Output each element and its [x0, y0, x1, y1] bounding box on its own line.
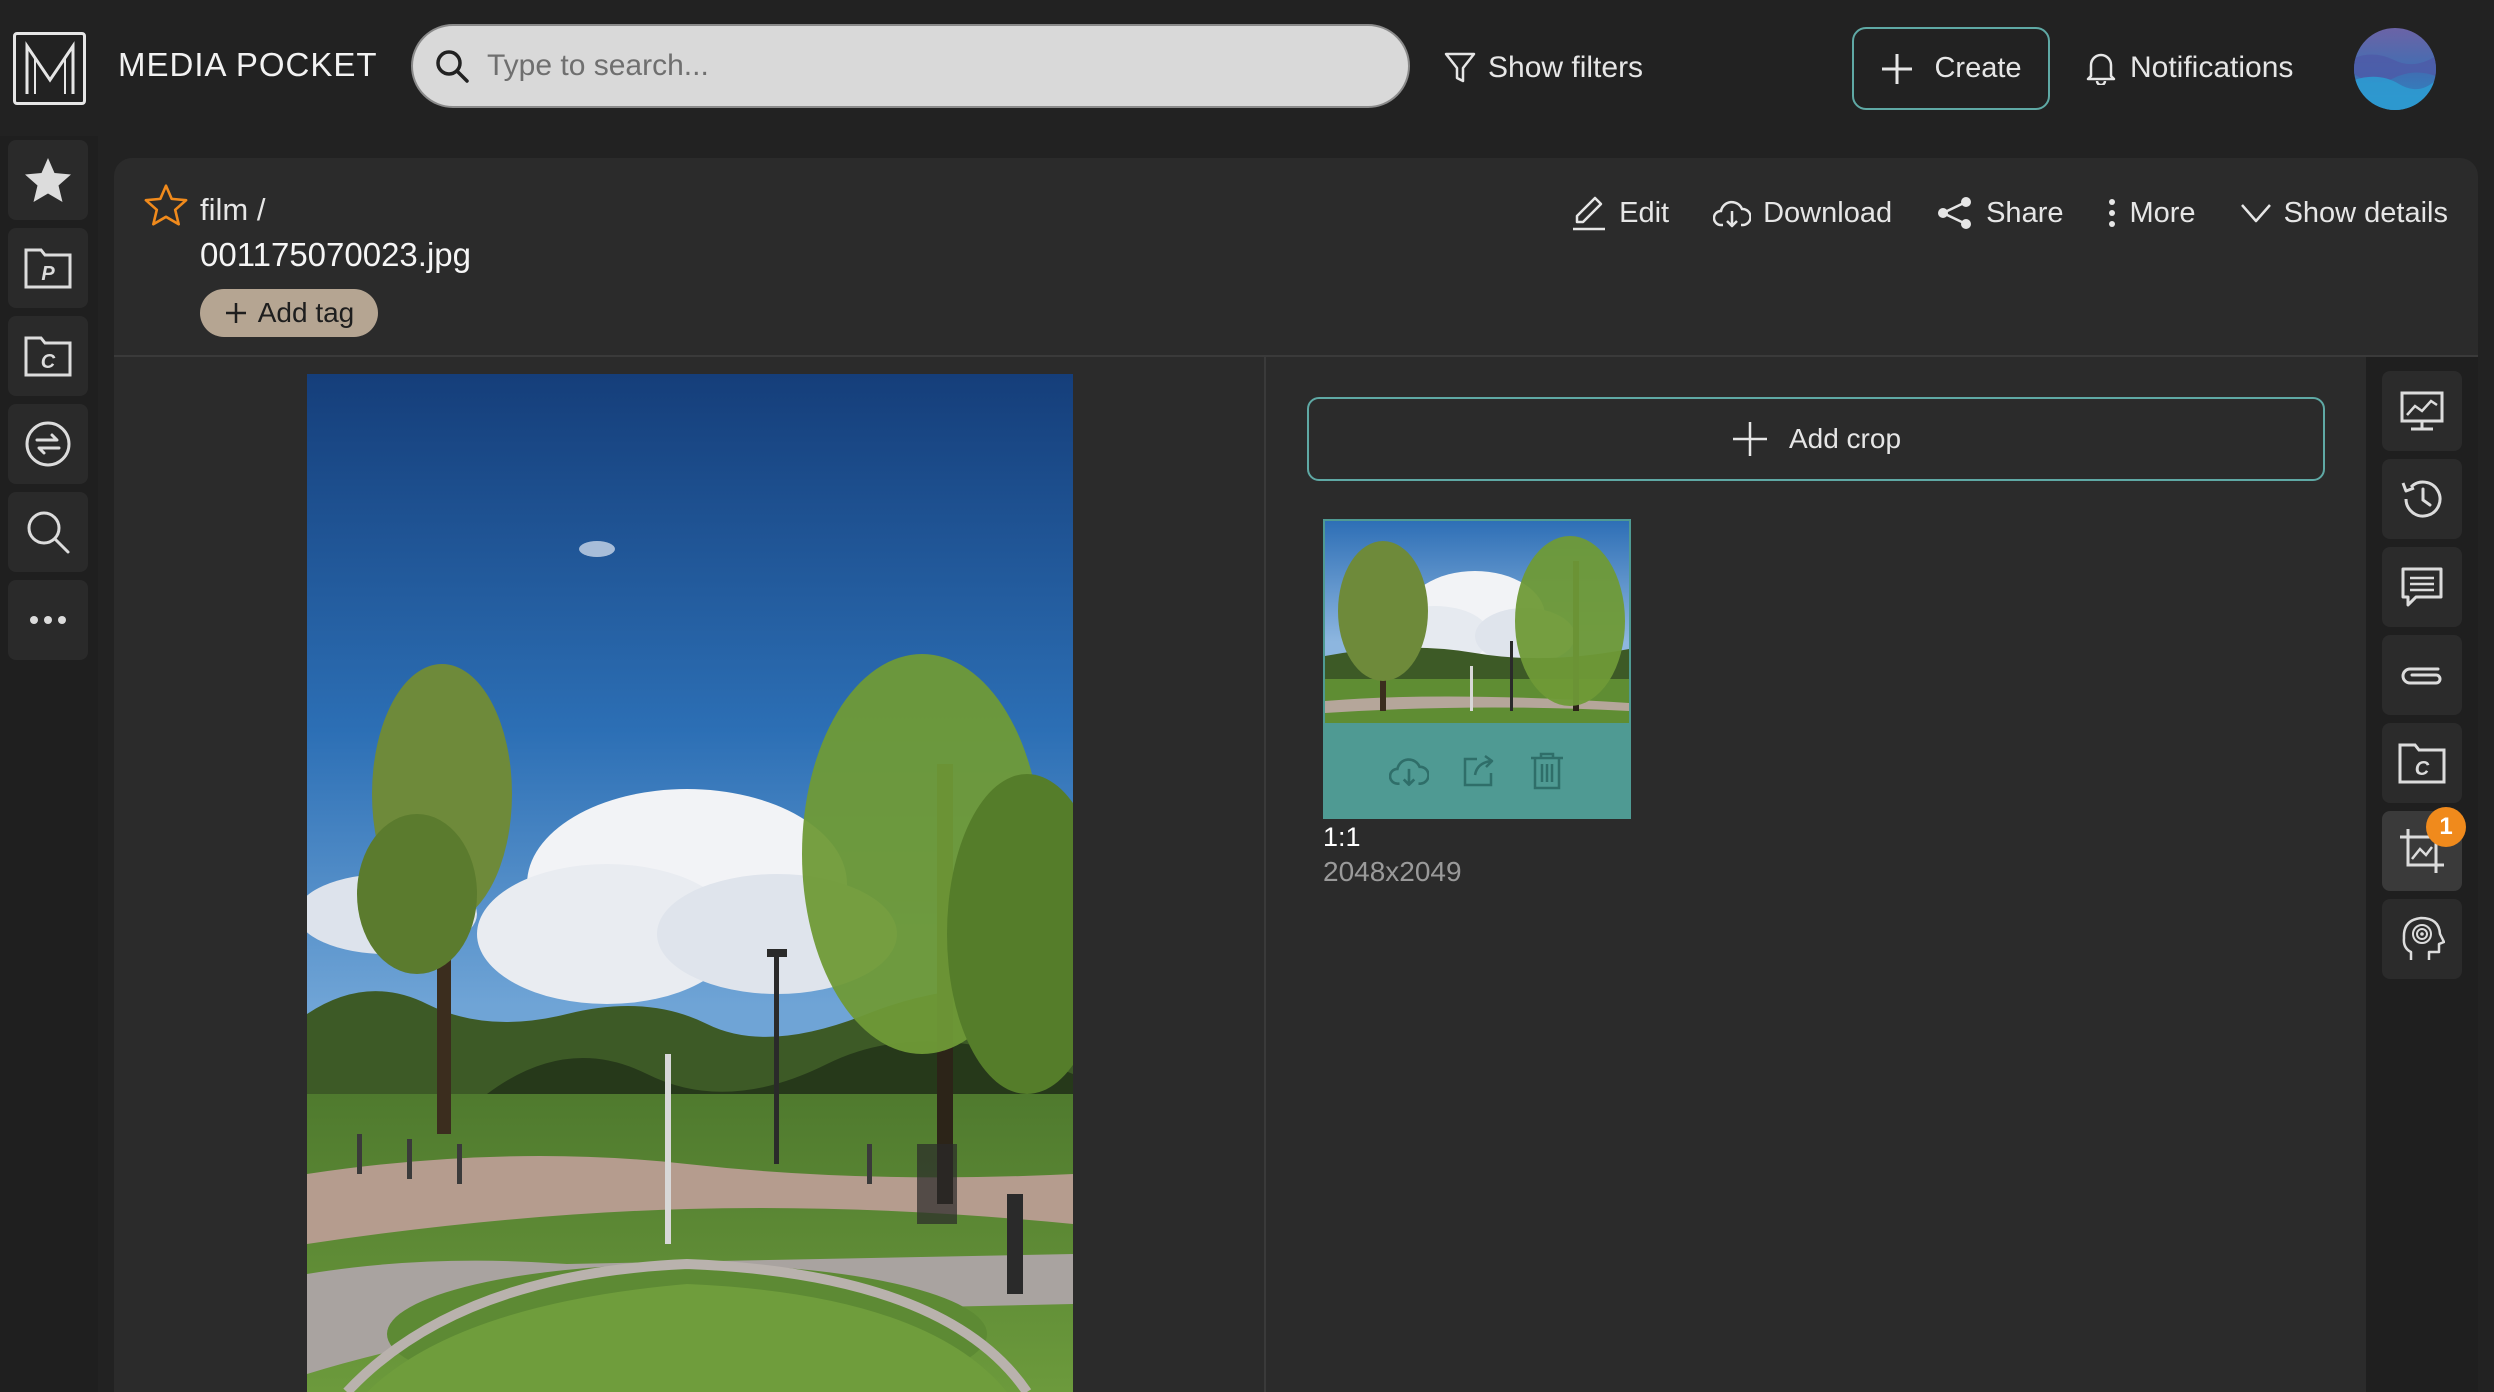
- search-icon: [25, 509, 71, 555]
- show-details-button[interactable]: Show details: [2240, 197, 2448, 230]
- rail-item-presentation[interactable]: [2382, 371, 2462, 451]
- rail-item-history[interactable]: [2382, 459, 2462, 539]
- comments-icon: [2400, 566, 2444, 608]
- svg-text:P: P: [41, 263, 55, 285]
- crop-thumbnail[interactable]: [1325, 521, 1629, 723]
- download-button[interactable]: Download: [1713, 197, 1892, 230]
- plus-icon: [224, 301, 248, 325]
- trash-icon[interactable]: [1529, 751, 1565, 791]
- sync-icon: [23, 419, 73, 469]
- notifications-button[interactable]: Notifications: [2086, 44, 2293, 92]
- kebab-icon: [2107, 198, 2117, 228]
- search-box[interactable]: [411, 24, 1410, 108]
- favorite-star-icon[interactable]: [144, 184, 188, 226]
- show-filters-label: Show filters: [1488, 51, 1644, 84]
- pencil-icon: [1571, 194, 1607, 232]
- history-icon: [2399, 477, 2445, 521]
- sidebar-item-collections[interactable]: C: [8, 316, 88, 396]
- crop-card[interactable]: [1323, 519, 1631, 819]
- svg-text:C: C: [2415, 758, 2430, 780]
- app-name: MEDIA POCKET: [118, 46, 378, 83]
- crop-tools: [1323, 723, 1631, 819]
- column-divider: [1264, 357, 1266, 1392]
- add-tag-label: Add tag: [257, 297, 355, 328]
- search-input[interactable]: [487, 49, 1367, 83]
- search-icon: [435, 49, 469, 83]
- add-tag-button[interactable]: Add tag: [200, 289, 378, 337]
- page-title: 001175070023.jpg: [200, 236, 471, 273]
- folder-c-icon: C: [23, 334, 73, 378]
- plus-icon: [1731, 420, 1769, 458]
- notifications-label: Notifications: [2130, 51, 2294, 84]
- bell-icon: [2086, 51, 2116, 85]
- asset-actions: Edit Download Share More Show details: [1571, 188, 2448, 238]
- asset-detail-panel: film / 001175070023.jpg Add tag Edit Dow…: [114, 158, 2478, 1392]
- folder-p-icon: P: [23, 246, 73, 290]
- attachment-icon: [2398, 661, 2446, 689]
- sidebar-item-more[interactable]: [8, 580, 88, 660]
- plus-icon: [1880, 52, 1914, 86]
- crop-count-badge: 1: [2426, 807, 2466, 847]
- cloud-download-icon: [1713, 197, 1752, 229]
- avatar[interactable]: [2354, 28, 2436, 110]
- sidebar-item-favorites[interactable]: [8, 140, 88, 220]
- svg-text:C: C: [41, 351, 56, 373]
- breadcrumb[interactable]: film /: [200, 192, 265, 228]
- filter-icon: [1444, 51, 1476, 85]
- create-label: Create: [1934, 52, 2022, 84]
- preview-area: [114, 357, 1264, 1392]
- asset-preview-image[interactable]: [307, 374, 1073, 1392]
- share-out-icon[interactable]: [1461, 753, 1497, 789]
- right-tool-rail: C 1: [2366, 357, 2478, 1392]
- download-label: Download: [1763, 196, 1893, 229]
- sidebar-item-sync[interactable]: [8, 404, 88, 484]
- show-filters-button[interactable]: Show filters: [1444, 44, 1643, 92]
- share-label: Share: [1986, 196, 2064, 229]
- more-button[interactable]: More: [2107, 196, 2196, 230]
- add-crop-label: Add crop: [1788, 423, 1902, 454]
- sidebar-item-search[interactable]: [8, 492, 88, 572]
- show-details-label: Show details: [2283, 196, 2448, 229]
- crop-dimensions: 2048x2049: [1323, 856, 1462, 887]
- m-logo-icon[interactable]: [13, 32, 86, 105]
- more-icon: [28, 614, 68, 626]
- crop-ratio: 1:1: [1323, 822, 1361, 852]
- create-button[interactable]: Create: [1852, 27, 2050, 110]
- edit-label: Edit: [1619, 196, 1670, 229]
- share-button[interactable]: Share: [1936, 195, 2063, 231]
- top-bar: MEDIA POCKET Show filters Create Notific…: [0, 0, 2494, 136]
- edit-button[interactable]: Edit: [1571, 194, 1669, 232]
- rail-item-ai[interactable]: [2382, 899, 2462, 979]
- cloud-download-icon[interactable]: [1389, 754, 1429, 788]
- left-sidebar: P C: [0, 136, 98, 1392]
- ai-head-icon: [2399, 914, 2445, 964]
- star-icon: [23, 156, 73, 204]
- chevron-down-icon: [2240, 202, 2272, 224]
- add-crop-button[interactable]: Add crop: [1307, 397, 2325, 481]
- collection-icon: C: [2397, 741, 2447, 785]
- presentation-icon: [2399, 390, 2445, 432]
- rail-item-comments[interactable]: [2382, 547, 2462, 627]
- more-label: More: [2129, 196, 2196, 229]
- share-icon: [1936, 195, 1974, 231]
- rail-item-crops[interactable]: 1: [2382, 807, 2466, 891]
- sidebar-item-projects[interactable]: P: [8, 228, 88, 308]
- rail-item-attachments[interactable]: [2382, 635, 2462, 715]
- rail-item-collections[interactable]: C: [2382, 723, 2462, 803]
